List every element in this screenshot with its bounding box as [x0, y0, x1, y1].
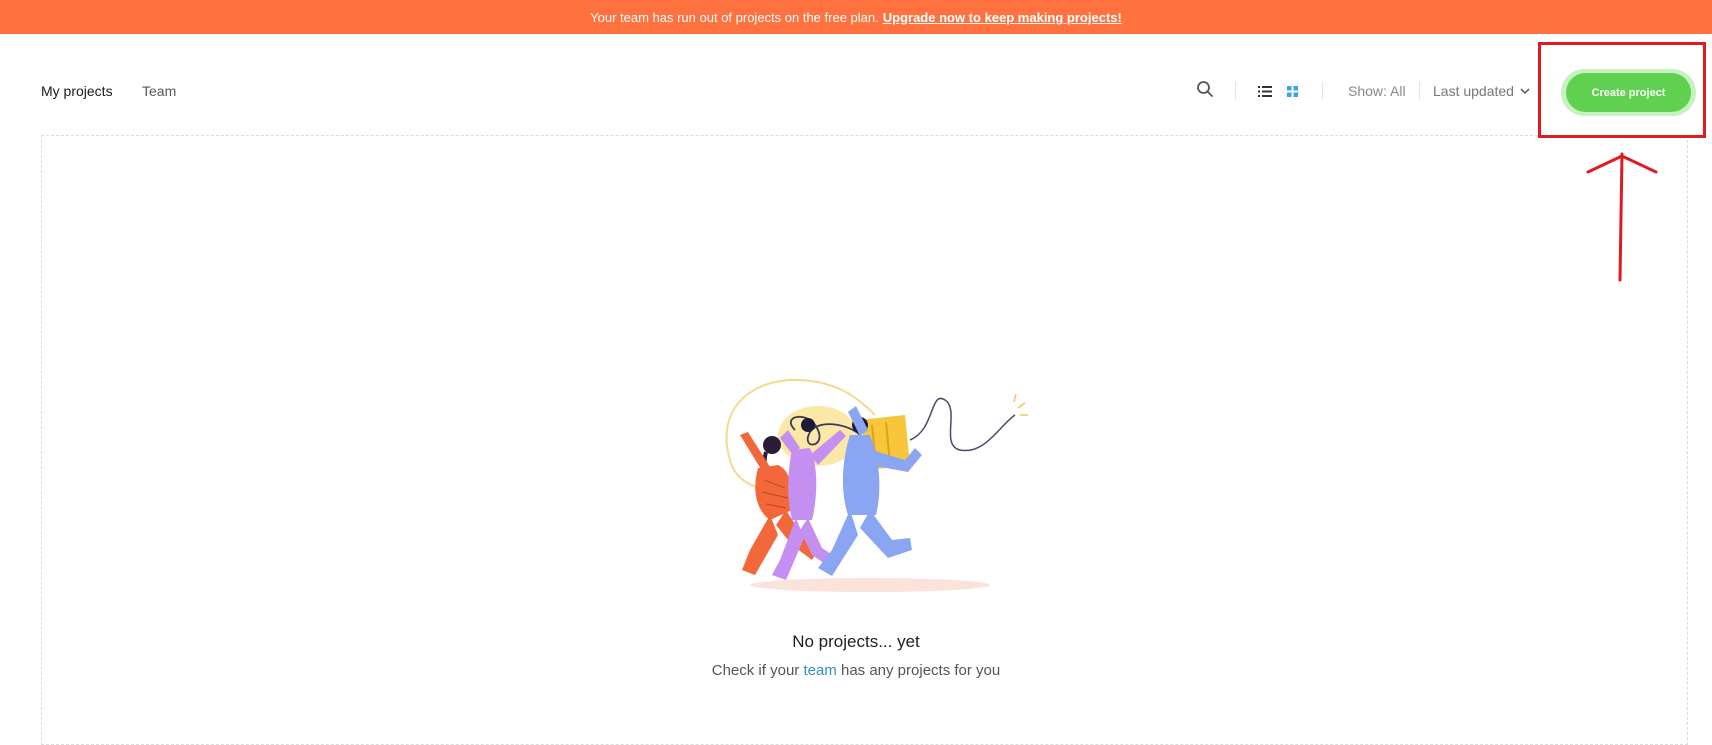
list-view-button[interactable] — [1258, 86, 1272, 97]
sort-label: Last updated — [1433, 83, 1514, 99]
toolbar-divider — [1322, 82, 1323, 100]
empty-state-title: No projects... yet — [792, 632, 920, 651]
grid-view-icon — [1287, 86, 1298, 97]
tab-my-projects[interactable]: My projects — [41, 83, 113, 99]
upgrade-banner: Your team has run out of projects on the… — [0, 0, 1712, 34]
toolbar-divider — [1235, 82, 1236, 100]
sort-dropdown[interactable]: Last updated — [1433, 83, 1530, 99]
tab-team[interactable]: Team — [142, 83, 176, 99]
list-view-icon — [1258, 86, 1272, 97]
empty-state-illustration — [725, 378, 1028, 592]
toolbar-divider — [1419, 82, 1420, 100]
search-icon — [1197, 81, 1213, 97]
chevron-down-icon — [1520, 87, 1530, 94]
show-filter[interactable]: Show: All — [1348, 83, 1406, 99]
empty-state-text-before: Check if your — [711, 662, 804, 679]
team-link[interactable]: team — [803, 662, 836, 679]
banner-text: Your team has run out of projects on the… — [590, 9, 879, 25]
empty-state-text-after: has any projects for you — [836, 662, 1001, 679]
empty-state-subtitle: Check if your team has any projects for … — [0, 662, 1712, 679]
upgrade-link[interactable]: Upgrade now to keep making projects! — [883, 10, 1122, 25]
annotation-arrow — [1586, 152, 1658, 282]
annotation-highlight-box — [1538, 42, 1706, 138]
search-button[interactable] — [1196, 80, 1214, 98]
grid-view-button[interactable] — [1287, 86, 1298, 97]
